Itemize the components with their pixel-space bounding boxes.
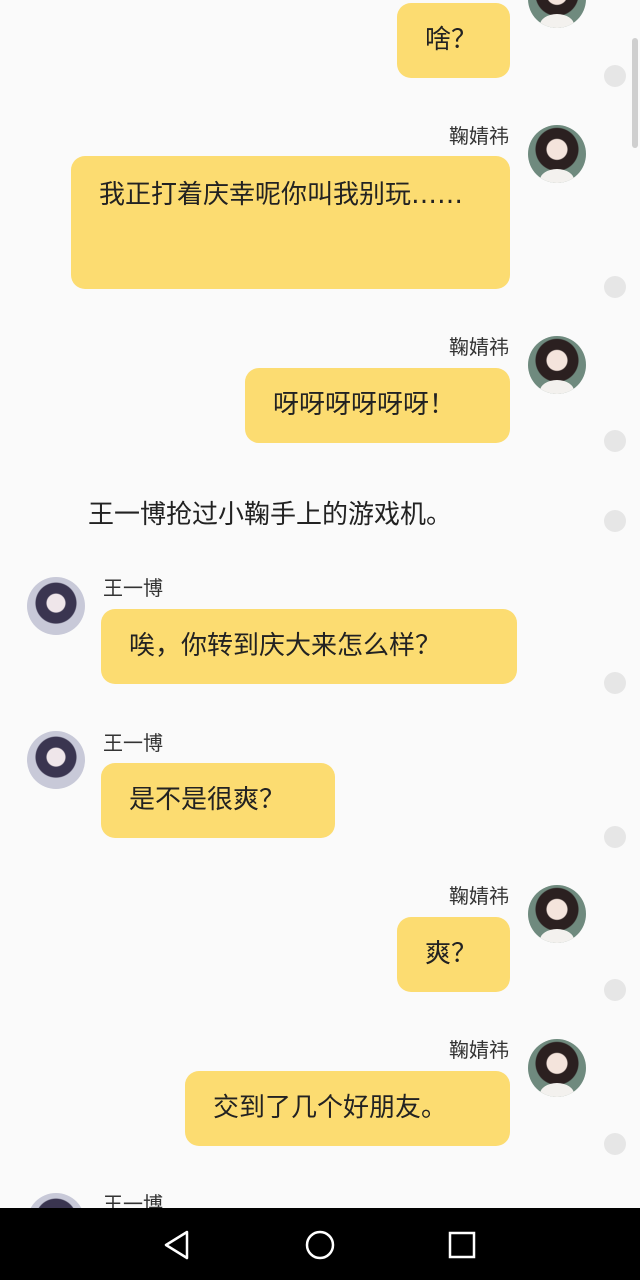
message-status-dot [604, 510, 626, 532]
sender-name: 王一博 [103, 576, 163, 600]
avatar[interactable] [27, 577, 85, 635]
avatar[interactable] [528, 1039, 586, 1097]
sender-name: 王一博 [103, 731, 163, 755]
back-triangle-icon[interactable] [160, 1228, 194, 1262]
message-status-dot [604, 430, 626, 452]
message-bubble[interactable]: 爽？ [397, 917, 510, 992]
message-status-dot [604, 979, 626, 1001]
sender-name: 鞠婧祎 [449, 335, 509, 359]
scrollbar[interactable] [632, 38, 638, 148]
home-circle-icon[interactable] [303, 1228, 337, 1262]
message-bubble[interactable]: 啥？ [397, 3, 510, 78]
sender-name: 鞠婧祎 [449, 1038, 509, 1062]
message-status-dot [604, 276, 626, 298]
message-status-dot [604, 826, 626, 848]
avatar[interactable] [528, 0, 586, 28]
message-bubble[interactable]: 呀呀呀呀呀呀！ [245, 368, 510, 443]
avatar[interactable] [27, 731, 85, 789]
avatar[interactable] [528, 885, 586, 943]
message-bubble[interactable]: 我正打着庆幸呢你叫我别玩…… [71, 156, 510, 289]
message-status-dot [604, 672, 626, 694]
message-status-dot [604, 65, 626, 87]
sender-name: 鞠婧祎 [449, 124, 509, 148]
message-bubble[interactable]: 唉，你转到庆大来怎么样？ [101, 609, 517, 684]
sender-name: 鞠婧祎 [449, 884, 509, 908]
recents-square-icon[interactable] [445, 1228, 479, 1262]
avatar[interactable] [528, 336, 586, 394]
avatar[interactable] [27, 1193, 85, 1208]
message-status-dot [604, 1133, 626, 1155]
message-bubble[interactable]: 是不是很爽？ [101, 763, 335, 838]
sender-name: 王一博 [103, 1192, 163, 1208]
chat-area[interactable]: 啥？ 鞠婧祎 我正打着庆幸呢你叫我别玩…… 鞠婧祎 呀呀呀呀呀呀！ 王一博抢过小… [0, 0, 640, 1208]
message-bubble[interactable]: 交到了几个好朋友。 [185, 1071, 510, 1146]
narration-text: 王一博抢过小鞠手上的游戏机。 [88, 500, 453, 530]
avatar[interactable] [528, 125, 586, 183]
navigation-bar [0, 1208, 640, 1280]
